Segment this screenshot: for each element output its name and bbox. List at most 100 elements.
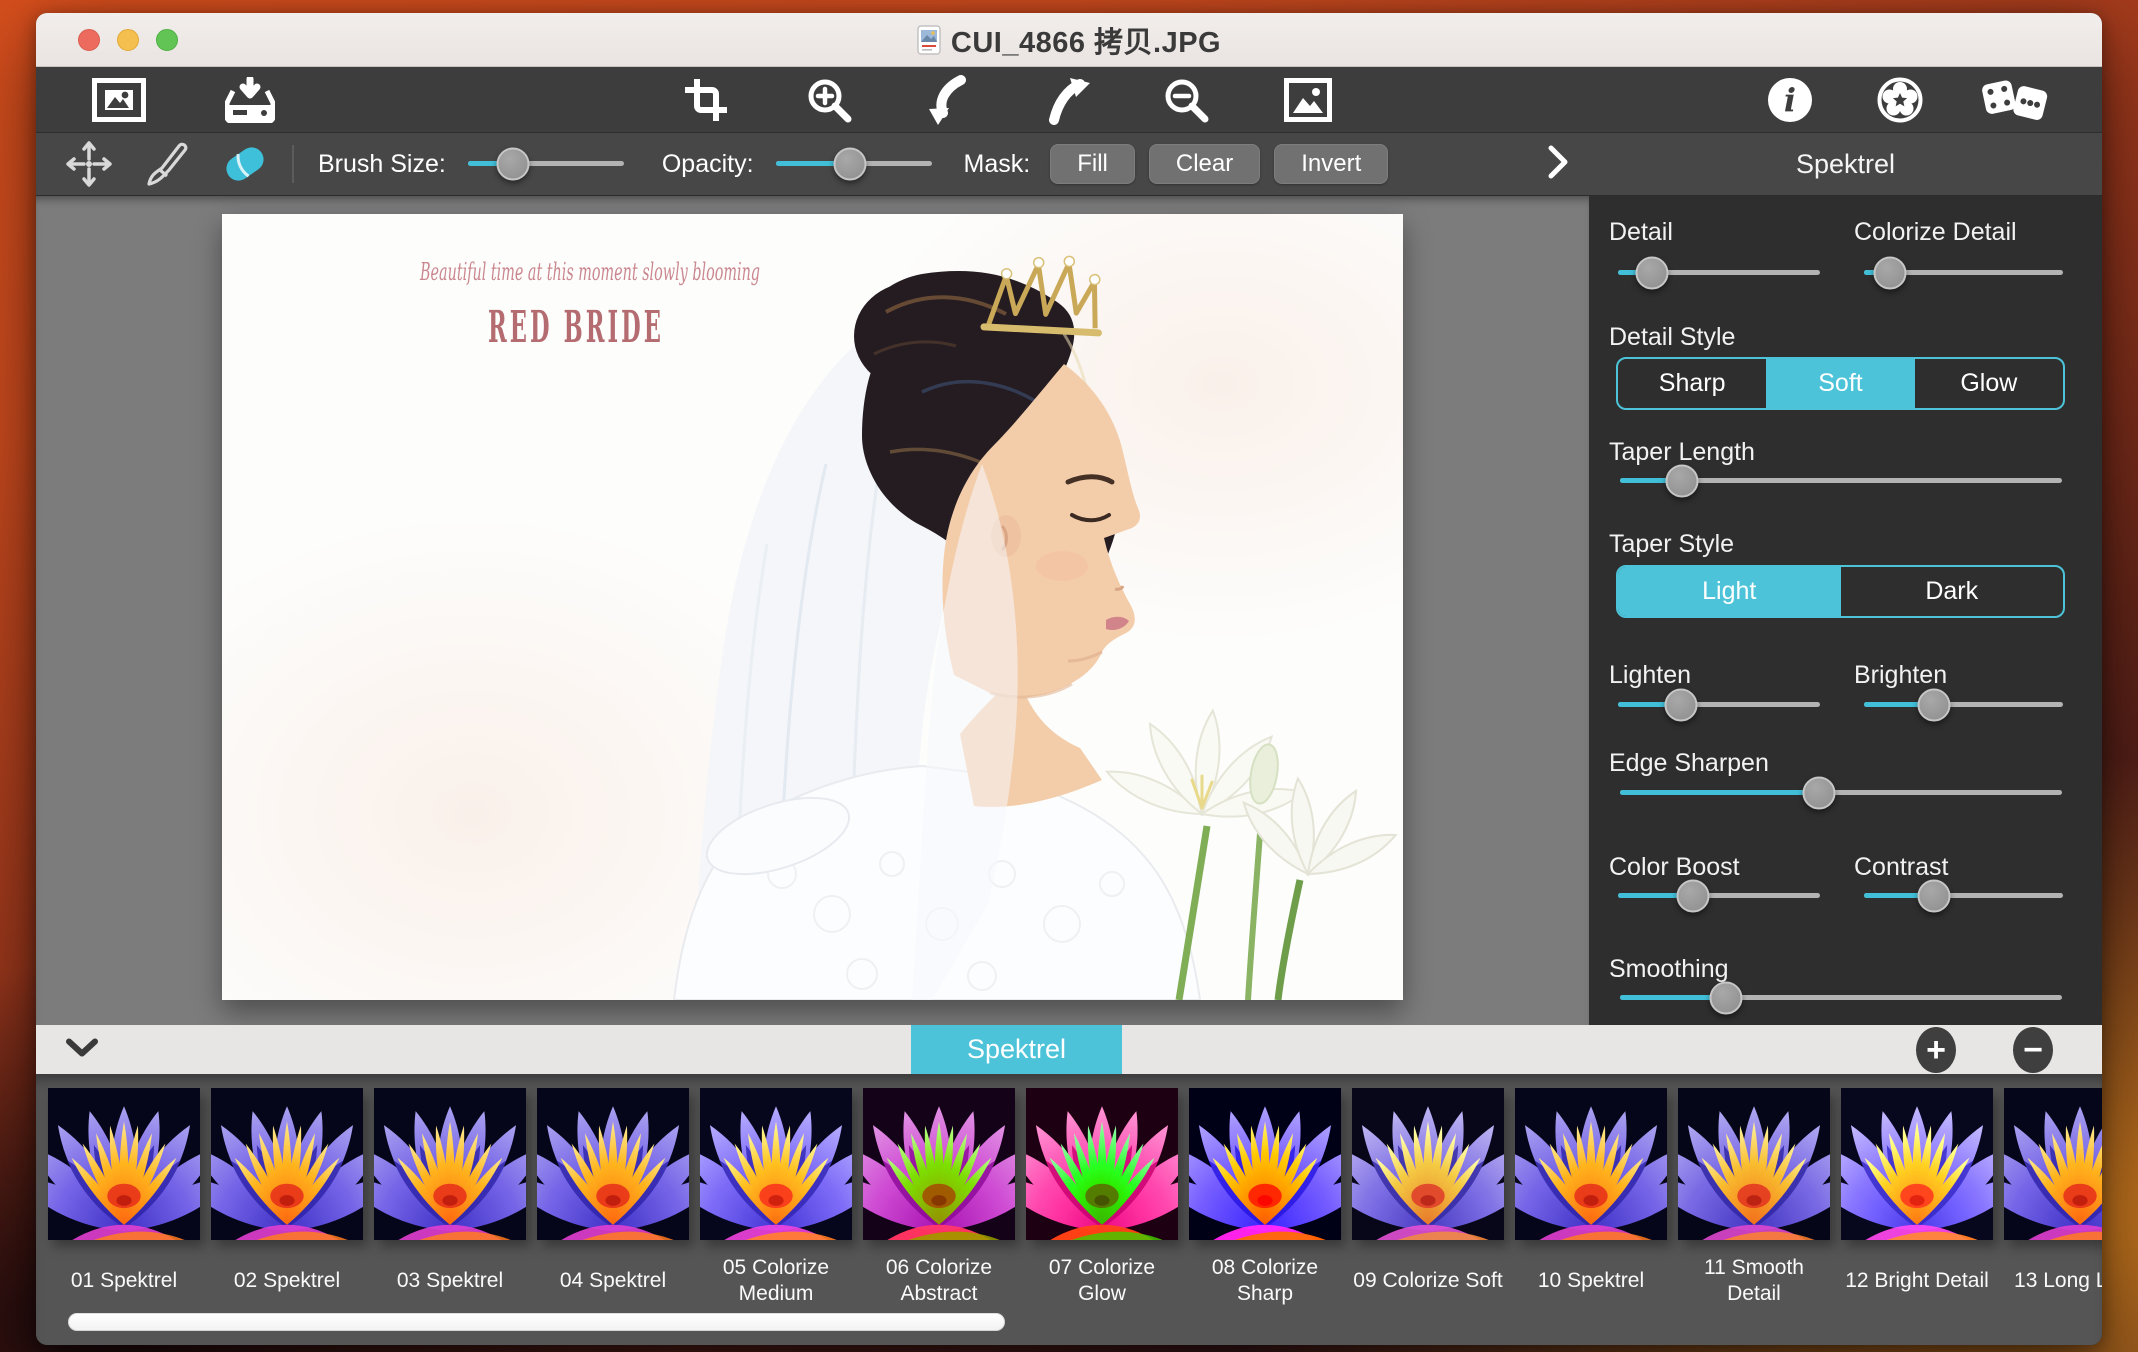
detail-style-glow[interactable]: Glow (1915, 359, 2063, 408)
preset-thumbnail[interactable] (48, 1088, 200, 1240)
preset-thumbnail[interactable] (374, 1088, 526, 1240)
preset-item[interactable]: 01 Spektrel (48, 1088, 200, 1310)
lotus-thumbnail-image (48, 1088, 200, 1240)
image-preview-icon[interactable] (1284, 78, 1332, 122)
preset-thumbnail[interactable] (1189, 1088, 1341, 1240)
smoothing-slider[interactable] (1620, 981, 2062, 1015)
filmstrip-scrollbar[interactable] (68, 1313, 1005, 1331)
collapse-options-chevron-icon[interactable] (1547, 145, 1569, 184)
detail-style-sharp[interactable]: Sharp (1618, 359, 1766, 408)
preset-label: 09 Colorize Soft (1352, 1252, 1504, 1310)
brush-tool-icon[interactable] (138, 136, 196, 192)
svg-text:i: i (1784, 81, 1796, 119)
preset-label: 13 Long Lines (2004, 1252, 2102, 1310)
move-tool-icon[interactable] (60, 136, 118, 192)
tool-options-bar: Brush Size: Opacity: Mask: Fill Clear In… (36, 133, 1589, 196)
brighten-label: Brighten (1854, 661, 1947, 690)
preset-item[interactable]: 09 Colorize Soft (1352, 1088, 1504, 1310)
add-preset-button[interactable]: + (1916, 1027, 1956, 1073)
mask-fill-button[interactable]: Fill (1050, 144, 1135, 184)
undo-icon[interactable] (923, 75, 969, 125)
about-flower-icon[interactable] (1877, 77, 1923, 123)
taper-style-light[interactable]: Light (1618, 567, 1841, 616)
collapse-presets-chevron-icon[interactable] (66, 1038, 98, 1061)
lotus-thumbnail-image (1189, 1088, 1341, 1240)
lotus-thumbnail-image (1026, 1088, 1178, 1240)
mask-invert-button[interactable]: Invert (1274, 144, 1388, 184)
preset-item[interactable]: 05 Colorize Medium (700, 1088, 852, 1310)
preset-item[interactable]: 10 Spektrel (1515, 1088, 1667, 1310)
colorize-detail-slider[interactable] (1864, 256, 2063, 290)
detail-slider[interactable] (1618, 256, 1820, 290)
preset-thumbnail[interactable] (537, 1088, 689, 1240)
export-save-icon[interactable] (225, 77, 275, 123)
preset-thumbnail[interactable] (1841, 1088, 1993, 1240)
toolbar-divider (292, 145, 294, 183)
mask-label: Mask: (964, 150, 1031, 179)
preset-item[interactable]: 04 Spektrel (537, 1088, 689, 1310)
preset-thumbnail[interactable] (211, 1088, 363, 1240)
preset-thumbnail[interactable] (1678, 1088, 1830, 1240)
lotus-thumbnail-image (1841, 1088, 1993, 1240)
preset-thumbnail[interactable] (1352, 1088, 1504, 1240)
preset-item[interactable]: 13 Long Lines (2004, 1088, 2102, 1310)
lighten-slider[interactable] (1618, 688, 1820, 722)
mask-clear-button[interactable]: Clear (1149, 144, 1260, 184)
remove-preset-button[interactable]: − (2013, 1027, 2053, 1073)
window-title: CUI_4866 拷贝.JPG (951, 19, 1221, 61)
taper-style-dark[interactable]: Dark (1841, 567, 2064, 616)
lotus-thumbnail-image (1352, 1088, 1504, 1240)
preset-item[interactable]: 12 Bright Detail (1841, 1088, 1993, 1310)
canvas-area[interactable]: Beautiful time at this moment slowly blo… (36, 196, 1589, 1025)
preset-thumbnail[interactable] (1026, 1088, 1178, 1240)
preset-item[interactable]: 08 Colorize Sharp (1189, 1088, 1341, 1310)
eraser-tool-icon[interactable] (216, 136, 274, 192)
preset-thumbnail[interactable] (1515, 1088, 1667, 1240)
brush-size-slider[interactable] (468, 147, 624, 181)
contrast-label: Contrast (1854, 853, 1948, 882)
randomize-dice-icon[interactable] (1978, 76, 2050, 124)
redo-icon[interactable] (1046, 75, 1092, 125)
preset-item[interactable]: 02 Spektrel (211, 1088, 363, 1310)
crop-icon[interactable] (682, 76, 730, 124)
brighten-slider[interactable] (1864, 688, 2063, 722)
panel-header: Spektrel (1589, 133, 2102, 196)
preset-list: 01 Spektrel 02 Spektrel 03 Spektrel (36, 1088, 2102, 1310)
lotus-thumbnail-image (374, 1088, 526, 1240)
lotus-thumbnail-image (1678, 1088, 1830, 1240)
current-preset-button[interactable]: Spektrel (911, 1025, 1122, 1074)
preset-label: 02 Spektrel (211, 1252, 363, 1310)
titlebar: CUI_4866 拷贝.JPG (36, 13, 2102, 67)
preset-thumbnail[interactable] (700, 1088, 852, 1240)
brush-size-label: Brush Size: (318, 150, 446, 179)
preset-filmstrip: 01 Spektrel 02 Spektrel 03 Spektrel (36, 1074, 2102, 1345)
preset-thumbnail[interactable] (863, 1088, 1015, 1240)
detail-label: Detail (1609, 218, 1673, 247)
info-icon[interactable]: i (1767, 77, 1813, 123)
main-toolbar: i (36, 67, 2102, 133)
preset-label: 12 Bright Detail (1841, 1252, 1993, 1310)
lotus-thumbnail-image (700, 1088, 852, 1240)
minimize-button[interactable] (117, 29, 139, 51)
preset-item[interactable]: 03 Spektrel (374, 1088, 526, 1310)
close-button[interactable] (78, 29, 100, 51)
opacity-slider[interactable] (776, 147, 932, 181)
open-image-icon[interactable] (92, 78, 146, 122)
edge-sharpen-slider[interactable] (1620, 776, 2062, 810)
zoom-button[interactable] (156, 29, 178, 51)
color-boost-slider[interactable] (1618, 879, 1820, 913)
lotus-thumbnail-image (211, 1088, 363, 1240)
preset-item[interactable]: 06 Colorize Abstract (863, 1088, 1015, 1310)
preset-item[interactable]: 11 Smooth Detail (1678, 1088, 1830, 1310)
opacity-label: Opacity: (662, 150, 754, 179)
taper-style-label: Taper Style (1609, 530, 1734, 559)
zoom-out-icon[interactable] (1162, 76, 1210, 124)
taper-length-slider[interactable] (1620, 464, 2062, 498)
preset-label: 04 Spektrel (537, 1252, 689, 1310)
detail-style-soft[interactable]: Soft (1766, 359, 1914, 408)
zoom-in-icon[interactable] (805, 76, 853, 124)
photo-canvas[interactable]: Beautiful time at this moment slowly blo… (222, 214, 1403, 1000)
contrast-slider[interactable] (1864, 879, 2063, 913)
preset-item[interactable]: 07 Colorize Glow (1026, 1088, 1178, 1310)
preset-thumbnail[interactable] (2004, 1088, 2102, 1240)
